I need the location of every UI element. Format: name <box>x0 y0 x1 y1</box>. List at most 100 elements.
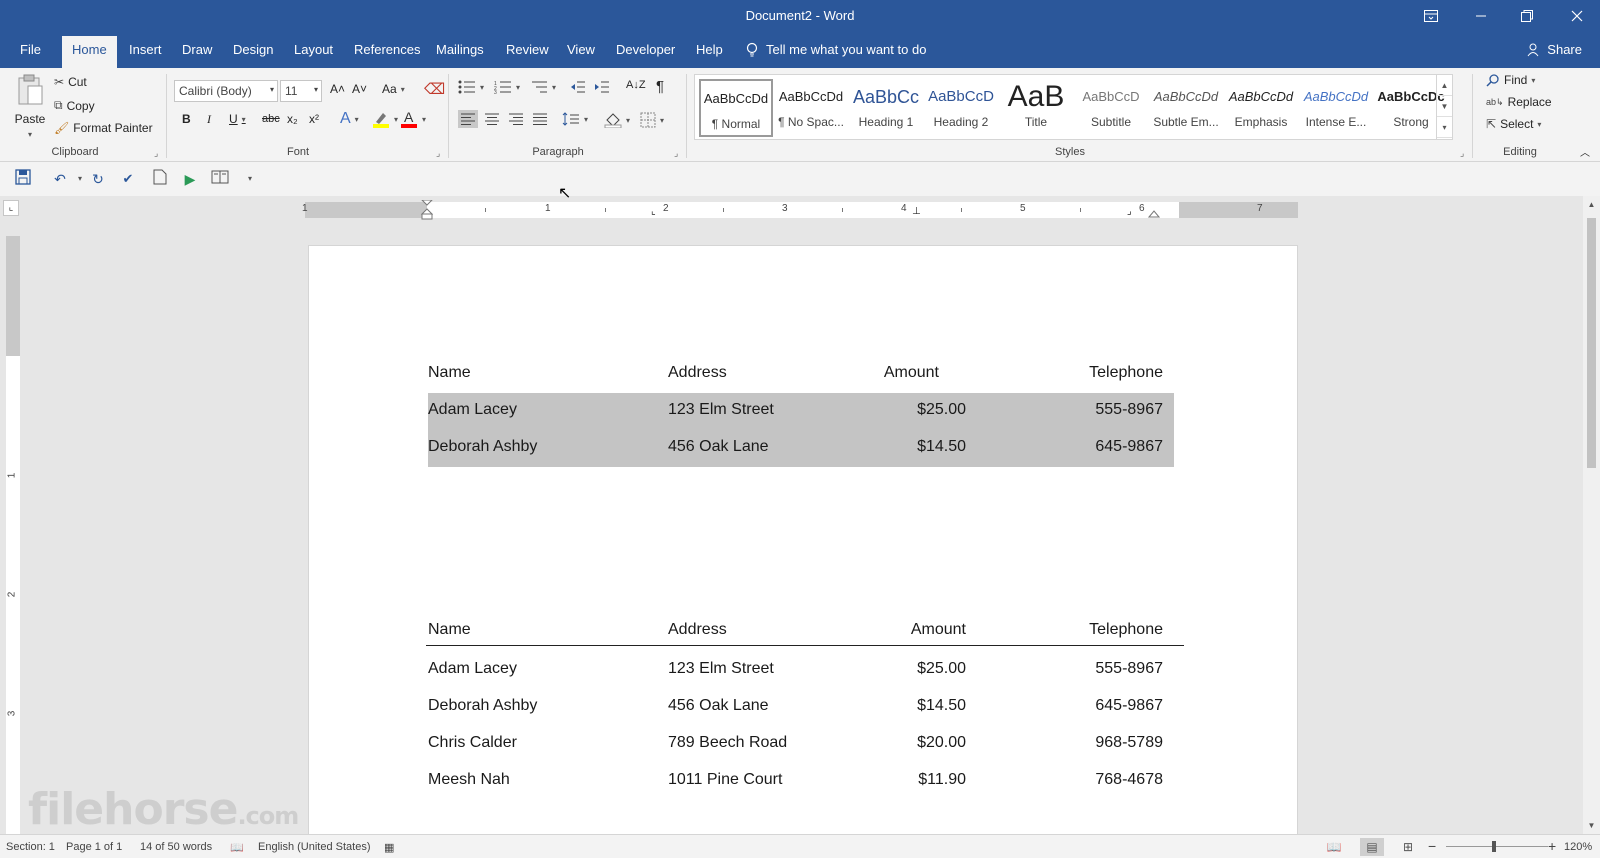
undo-button[interactable]: ↶ <box>50 169 70 189</box>
style-intense-emphasis[interactable]: AaBbCcDd Intense E... <box>1299 79 1373 137</box>
table-row[interactable]: Chris Calder 789 Beech Road $20.00 968-5… <box>428 726 1174 763</box>
style-normal[interactable]: AaBbCcDd ¶ Normal <box>699 79 773 137</box>
shrink-font-button[interactable]: A˅ <box>352 82 367 96</box>
spelling-check-button[interactable]: ✔ <box>118 169 138 189</box>
styles-launcher-icon[interactable]: ⌟ <box>1460 148 1464 159</box>
align-left-button[interactable] <box>458 110 478 128</box>
share-button[interactable]: Share <box>1527 36 1582 64</box>
tab-review[interactable]: Review <box>496 36 559 68</box>
chevron-up-icon[interactable]: ▲ <box>1437 75 1452 96</box>
left-tab-stop-icon[interactable]: ⌞ <box>651 206 656 217</box>
style-subtitle[interactable]: AaBbCcD Subtitle <box>1074 79 1148 137</box>
tab-selector-button[interactable]: ⌞ <box>3 200 19 216</box>
undo-dropdown[interactable]: ▾ <box>70 169 90 189</box>
style-emphasis[interactable]: AaBbCcDd Emphasis <box>1224 79 1298 137</box>
select-button[interactable]: ⇱ Select ▾ <box>1486 117 1541 131</box>
collapse-ribbon-button[interactable]: ︿ <box>1580 144 1590 159</box>
italic-button[interactable]: I <box>207 112 211 127</box>
tell-me-search[interactable]: Tell me what you want to do <box>746 36 926 64</box>
style-heading-1[interactable]: AaBbCc Heading 1 <box>849 79 923 137</box>
style-subtle-emphasis[interactable]: AaBbCcDd Subtle Em... <box>1149 79 1223 137</box>
format-painter-button[interactable]: 🖌 Format Painter <box>54 121 153 135</box>
right-indent-marker-icon[interactable] <box>1148 206 1160 218</box>
clipboard-launcher-icon[interactable]: ⌟ <box>154 148 158 159</box>
clear-formatting-button[interactable]: ⌫ <box>424 80 445 98</box>
font-size-select[interactable]: 11 ▾ <box>280 80 322 102</box>
zoom-slider[interactable] <box>1446 846 1548 847</box>
right-tab-stop-icon[interactable]: ⌟ <box>1127 206 1132 217</box>
new-document-button[interactable] <box>150 169 170 189</box>
underline-button[interactable]: U ▾ <box>229 112 246 126</box>
font-color-button[interactable]: A ▾ <box>400 110 426 128</box>
style-heading-2[interactable]: AaBbCcD Heading 2 <box>924 79 998 137</box>
status-language[interactable]: English (United States) <box>258 841 371 853</box>
horizontal-ruler[interactable]: 1 1 2 3 4 5 6 7 ⌞ ⊥ ⌟ <box>302 200 1298 220</box>
line-spacing-button[interactable]: ▾ <box>562 112 588 126</box>
ribbon-display-options-button[interactable] <box>1408 0 1454 32</box>
zoom-out-button[interactable]: − <box>1428 838 1436 854</box>
scroll-thumb[interactable] <box>1587 218 1596 468</box>
proofing-icon[interactable]: 📖 <box>230 841 244 854</box>
table-row[interactable]: Deborah Ashby 456 Oak Lane $14.50 645-98… <box>428 689 1174 726</box>
decimal-tab-stop-icon[interactable]: ⊥ <box>912 206 921 217</box>
increase-indent-button[interactable] <box>594 80 610 94</box>
redo-button[interactable]: ↻ <box>88 169 108 189</box>
document-page[interactable]: Name Address Amount Telephone Adam Lacey… <box>308 245 1298 845</box>
tab-layout[interactable]: Layout <box>284 36 343 68</box>
tab-file[interactable]: File <box>10 36 51 68</box>
tab-references[interactable]: References <box>344 36 430 68</box>
chevron-down-icon[interactable]: ▼ <box>1437 96 1452 117</box>
bold-button[interactable]: B <box>182 112 191 126</box>
copy-button[interactable]: ⧉ Copy <box>54 98 95 113</box>
web-layout-button[interactable]: ⊞ <box>1396 838 1420 856</box>
tab-home[interactable]: Home <box>62 36 117 68</box>
zoom-level[interactable]: 120% <box>1564 841 1592 853</box>
status-page[interactable]: Page 1 of 1 <box>66 841 122 853</box>
vertical-scrollbar[interactable]: ▲ ▼ <box>1583 196 1600 834</box>
table-row[interactable]: Meesh Nah 1011 Pine Court $11.90 768-467… <box>428 763 1174 800</box>
tab-draw[interactable]: Draw <box>172 36 222 68</box>
customize-qat-button[interactable]: ▾ <box>240 169 260 189</box>
tab-insert[interactable]: Insert <box>119 36 172 68</box>
show-formatting-button[interactable]: ¶ <box>656 78 664 95</box>
strikethrough-button[interactable]: abc <box>262 113 280 125</box>
macro-recording-icon[interactable]: ▦ <box>384 841 394 854</box>
bullets-button[interactable]: ▾ <box>458 80 484 94</box>
align-center-button[interactable] <box>484 112 500 126</box>
tab-developer[interactable]: Developer <box>606 36 685 68</box>
shading-button[interactable]: ▾ <box>604 112 630 128</box>
font-launcher-icon[interactable]: ⌟ <box>436 148 440 159</box>
status-section[interactable]: Section: 1 <box>6 841 55 853</box>
paragraph-launcher-icon[interactable]: ⌟ <box>674 148 678 159</box>
read-mode-button[interactable]: 📖 <box>1322 838 1346 856</box>
tab-help[interactable]: Help <box>686 36 733 68</box>
play-macro-button[interactable]: ▶ <box>180 169 200 189</box>
numbering-button[interactable]: 1 2 3 ▾ <box>494 80 520 94</box>
restore-button[interactable] <box>1504 0 1550 32</box>
borders-button[interactable]: ▾ <box>640 112 664 128</box>
grow-font-button[interactable]: A˄ <box>330 82 345 96</box>
decrease-indent-button[interactable] <box>570 80 586 94</box>
align-right-button[interactable] <box>508 112 524 126</box>
close-button[interactable] <box>1554 0 1600 32</box>
scroll-up-icon[interactable]: ▲ <box>1583 196 1600 213</box>
text-effects-button[interactable]: A ▾ <box>340 110 359 128</box>
table-row[interactable]: Deborah Ashby 456 Oak Lane $14.50 645-98… <box>428 430 1174 467</box>
font-family-select[interactable]: Calibri (Body) ▾ <box>174 80 278 102</box>
sort-button[interactable]: A↓Z <box>626 79 646 91</box>
tab-view[interactable]: View <box>557 36 605 68</box>
paste-button[interactable]: Paste ▾ <box>12 74 48 139</box>
subscript-button[interactable]: x₂ <box>287 112 298 126</box>
table-header-row[interactable]: Name Address Amount Telephone <box>428 356 1174 393</box>
find-button[interactable]: Find ▾ <box>1486 73 1535 87</box>
more-styles-icon[interactable]: ▾ <box>1437 117 1452 138</box>
reading-view-button[interactable] <box>210 169 230 189</box>
tab-design[interactable]: Design <box>223 36 283 68</box>
table-row[interactable]: Adam Lacey 123 Elm Street $25.00 555-896… <box>428 652 1174 689</box>
tab-mailings[interactable]: Mailings <box>426 36 494 68</box>
replace-button[interactable]: ab↳ Replace <box>1486 95 1552 109</box>
zoom-in-button[interactable]: + <box>1548 838 1556 854</box>
change-case-button[interactable]: Aa ▾ <box>382 82 405 96</box>
scroll-down-icon[interactable]: ▼ <box>1583 817 1600 834</box>
justify-button[interactable] <box>532 112 548 126</box>
